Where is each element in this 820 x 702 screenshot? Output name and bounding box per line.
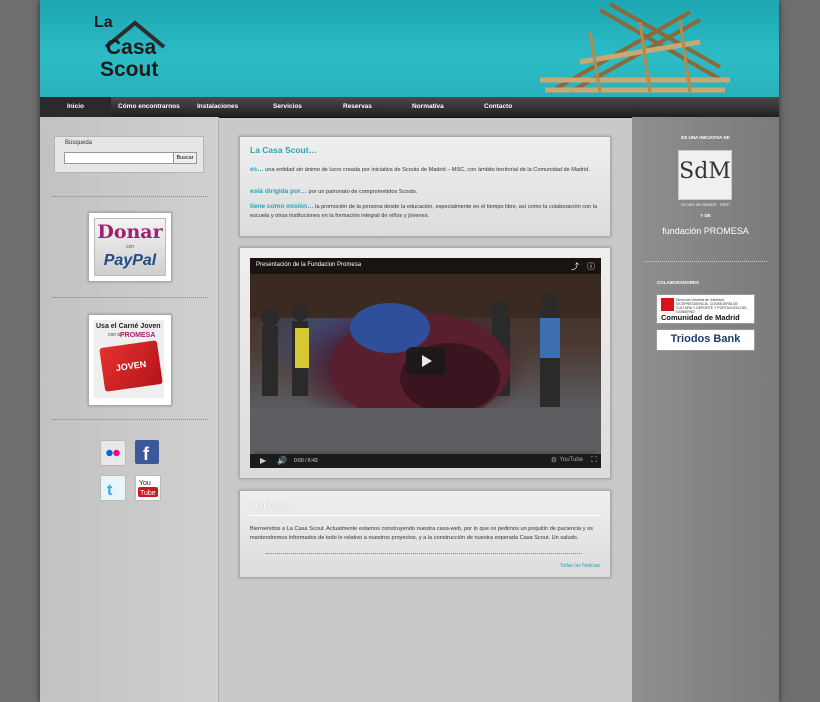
sdm-caption: Scouts de Madrid - MSC: [680, 202, 731, 207]
donate-paypal-graphic: Donar con PayPal: [94, 218, 166, 276]
divider: [52, 297, 208, 298]
right-sidebar: ES UNA INICIATIVA DE SdM Scouts de Madri…: [632, 117, 779, 702]
madrid-flag-icon: [661, 298, 674, 311]
search-input[interactable]: [64, 152, 178, 164]
info-icon[interactable]: ⓘ: [587, 261, 595, 272]
video-progress-bar[interactable]: [254, 451, 597, 454]
volume-icon[interactable]: 🔊: [277, 456, 287, 465]
nav-item-reservas[interactable]: Reservas: [343, 97, 393, 117]
intro-paragraph-1: es… una entidad sin ánimo de lucro cread…: [250, 166, 600, 175]
fullscreen-icon[interactable]: ⛶: [591, 455, 597, 465]
nav-item-servicios[interactable]: Servicios: [273, 97, 323, 117]
nav-item-inicio[interactable]: Inicio: [40, 97, 111, 117]
twitter-icon[interactable]: t: [100, 475, 126, 501]
share-icon[interactable]: ⤴: [571, 261, 579, 272]
news-divider: [266, 553, 582, 554]
site-logo[interactable]: La Casa Scout: [92, 14, 172, 82]
play-button[interactable]: [406, 347, 446, 375]
news-body: Bienvenidos a La Casa Scout. Actualmente…: [250, 526, 593, 541]
video-box: Presentación de la Fundacion Promesa ⤴ ⓘ…: [239, 247, 611, 479]
sdm-logo-text: SdM: [679, 159, 731, 184]
video-time: 0:00 / 6:43: [294, 458, 318, 464]
fundacion-promesa-logo[interactable]: fundación PROMESA: [632, 226, 779, 236]
search-button[interactable]: Buscar: [173, 152, 197, 164]
intro-p3-lead: tiene como misión…: [250, 203, 314, 210]
comunidad-madrid-logo[interactable]: Dirección General de Juventud VICEPRESID…: [656, 294, 755, 324]
svg-text:f: f: [143, 444, 150, 464]
logo-text-la: La: [94, 14, 113, 31]
svg-text:You: You: [139, 480, 151, 487]
divider: [52, 419, 208, 420]
paypal-text: PayPal: [103, 252, 157, 269]
settings-icon[interactable]: ⚙: [551, 456, 557, 464]
youtube-logo-icon[interactable]: YouTube: [559, 457, 583, 463]
intro-p1-lead: es…: [250, 166, 264, 173]
carne-joven-graphic: Usa el Carné Joven con la PROMESA JOVEN: [94, 320, 164, 398]
logo-text-casa: Casa: [106, 36, 157, 59]
logo-text-scout: Scout: [100, 58, 159, 81]
carne-joven-title: Usa el Carné Joven: [96, 323, 161, 330]
triodos-bank-logo[interactable]: Triodos Bank: [656, 329, 755, 351]
nav-item-como-encontrarnos[interactable]: Cómo encontrarnos: [118, 97, 190, 117]
left-sidebar: Búsqueda Buscar Donar con PayPal Usa el …: [40, 117, 219, 702]
header: La Casa Scout: [40, 0, 779, 97]
svg-text:Tube: Tube: [140, 490, 156, 497]
video-title-bar: Presentación de la Fundacion Promesa ⤴ ⓘ: [250, 258, 601, 274]
madrid-big-text: Comunidad de Madrid: [661, 313, 740, 322]
news-box: NOTICIAS Bienvenidos a La Casa Scout. Ac…: [239, 490, 611, 578]
facebook-icon[interactable]: f: [135, 440, 159, 464]
news-separator: [250, 515, 600, 516]
play-small-icon[interactable]: ▶: [260, 456, 266, 465]
news-title: NOTICIAS: [250, 501, 289, 510]
intro-p1-text: una entidad sin ánimo de lucro creada po…: [263, 167, 590, 173]
youtube-icon[interactable]: You Tube: [135, 475, 161, 501]
scouts-de-madrid-logo[interactable]: SdM: [678, 150, 732, 200]
nav-item-contacto[interactable]: Contacto: [484, 97, 534, 117]
donate-paypal-banner[interactable]: Donar con PayPal: [88, 212, 172, 282]
intro-box: La Casa Scout… es… una entidad sin ánimo…: [239, 136, 611, 237]
search-widget: Búsqueda Buscar: [54, 136, 204, 173]
nav-item-normativa[interactable]: Normativa: [412, 97, 462, 117]
intro-title: La Casa Scout…: [250, 145, 318, 155]
intro-paragraph-2: está dirigida por… por un patronato de c…: [250, 188, 600, 197]
search-label: Búsqueda: [65, 140, 93, 146]
initiative-label: ES UNA INICIATIVA DE: [681, 135, 730, 140]
carne-joven-banner[interactable]: Usa el Carné Joven con la PROMESA JOVEN: [88, 314, 172, 406]
svg-text:t: t: [107, 482, 113, 499]
donate-text: Donar: [97, 221, 163, 243]
donate-con-text: con: [125, 244, 135, 250]
video-title[interactable]: Presentación de la Fundacion Promesa: [256, 262, 361, 268]
y-de-label: Y DE: [700, 213, 711, 218]
madrid-small-text: Dirección General de Juventud VICEPRESID…: [676, 298, 748, 314]
divider: [52, 196, 208, 197]
intro-p2-text: por un patronato de comprometidos Scouts…: [307, 189, 418, 195]
carne-joven-card: JOVEN: [99, 340, 163, 392]
carne-joven-promesa: PROMESA: [120, 332, 156, 339]
video-controls: ▶ 🔊 0:00 / 6:43 ⚙ YouTube ⛶: [250, 451, 601, 468]
intro-paragraph-3: tiene como misión… la promoción de la pe…: [250, 203, 600, 220]
video-player[interactable]: Presentación de la Fundacion Promesa ⤴ ⓘ…: [250, 258, 601, 468]
play-icon: [422, 355, 432, 367]
divider: [644, 261, 767, 262]
triodos-text: Triodos Bank: [670, 333, 741, 345]
intro-p2-lead: está dirigida por…: [250, 188, 308, 195]
all-news-link[interactable]: Todas las Noticias: [560, 563, 600, 569]
colaboradores-label: COLABORADORES: [657, 280, 700, 285]
main-nav: Inicio Cómo encontrarnos Instalaciones S…: [40, 97, 779, 118]
page: La Casa Scout Inicio Cómo encontrarnos I…: [40, 0, 779, 702]
nav-item-instalaciones[interactable]: Instalaciones: [197, 97, 257, 117]
wooden-roof-illustration: [540, 2, 730, 94]
flickr-icon[interactable]: [100, 440, 126, 466]
